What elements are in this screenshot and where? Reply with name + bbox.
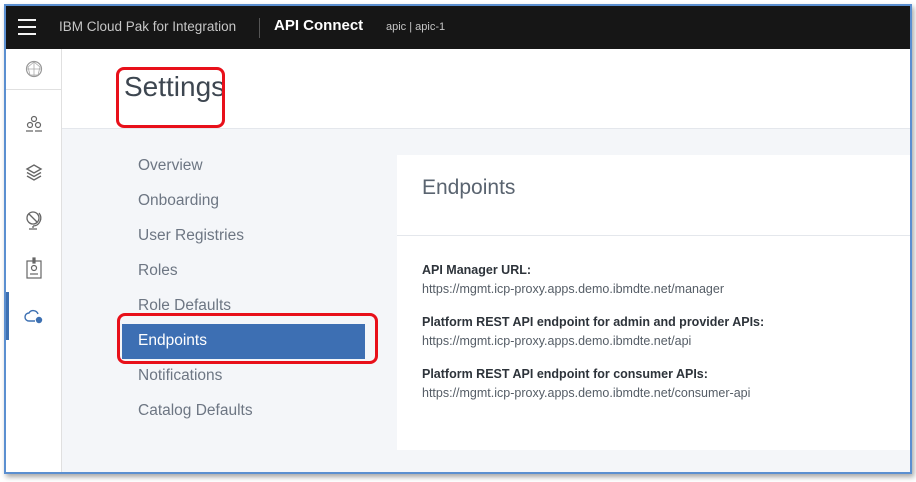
field-platform-consumer-api: Platform REST API endpoint for consumer … <box>422 365 764 403</box>
cloud-settings-icon[interactable] <box>6 297 61 337</box>
active-indicator <box>6 292 9 340</box>
nav-item-notifications[interactable]: Notifications <box>122 359 365 394</box>
nav-item-role-defaults[interactable]: Role Defaults <box>122 289 365 324</box>
member-badge-icon[interactable] <box>6 248 61 288</box>
endpoint-fields: API Manager URL: https://mgmt.icp-proxy.… <box>422 261 764 417</box>
left-rail <box>6 49 62 472</box>
resources-icon[interactable] <box>6 152 61 192</box>
divider <box>259 18 260 38</box>
app-window: IBM Cloud Pak for Integration API Connec… <box>4 4 912 474</box>
field-label: Platform REST API endpoint for admin and… <box>422 315 765 329</box>
nav-item-onboarding[interactable]: Onboarding <box>122 184 365 219</box>
dashboard-icon[interactable] <box>6 49 61 90</box>
field-api-manager-url: API Manager URL: https://mgmt.icp-proxy.… <box>422 261 764 299</box>
instance-label: apic | apic-1 <box>386 21 446 33</box>
field-value: https://mgmt.icp-proxy.apps.demo.ibmdte.… <box>422 282 724 296</box>
nav-item-overview[interactable]: Overview <box>122 149 365 184</box>
hamburger-icon[interactable] <box>18 19 36 35</box>
nav-item-roles[interactable]: Roles <box>122 254 365 289</box>
field-platform-admin-api: Platform REST API endpoint for admin and… <box>422 313 764 351</box>
field-value: https://mgmt.icp-proxy.apps.demo.ibmdte.… <box>422 386 751 400</box>
brand-name: IBM Cloud Pak for Integration <box>59 19 237 34</box>
field-value: https://mgmt.icp-proxy.apps.demo.ibmdte.… <box>422 334 692 348</box>
page-header: Settings <box>62 49 910 129</box>
field-label: Platform REST API endpoint for consumer … <box>422 367 708 381</box>
top-bar: IBM Cloud Pak for Integration API Connec… <box>6 6 910 49</box>
card-divider <box>397 235 910 236</box>
nav-item-user-registries[interactable]: User Registries <box>122 219 365 254</box>
product-name[interactable]: API Connect <box>274 17 363 34</box>
topology-icon[interactable] <box>6 200 61 240</box>
card-title: Endpoints <box>422 176 516 199</box>
settings-nav: Overview Onboarding User Registries Role… <box>122 149 365 429</box>
field-label: API Manager URL: <box>422 263 532 277</box>
nav-item-catalog-defaults[interactable]: Catalog Defaults <box>122 394 365 429</box>
nav-item-endpoints[interactable]: Endpoints <box>122 324 365 359</box>
page-title: Settings <box>124 71 226 102</box>
provider-orgs-icon[interactable] <box>6 104 61 144</box>
endpoints-card: Endpoints API Manager URL: https://mgmt.… <box>397 155 910 450</box>
